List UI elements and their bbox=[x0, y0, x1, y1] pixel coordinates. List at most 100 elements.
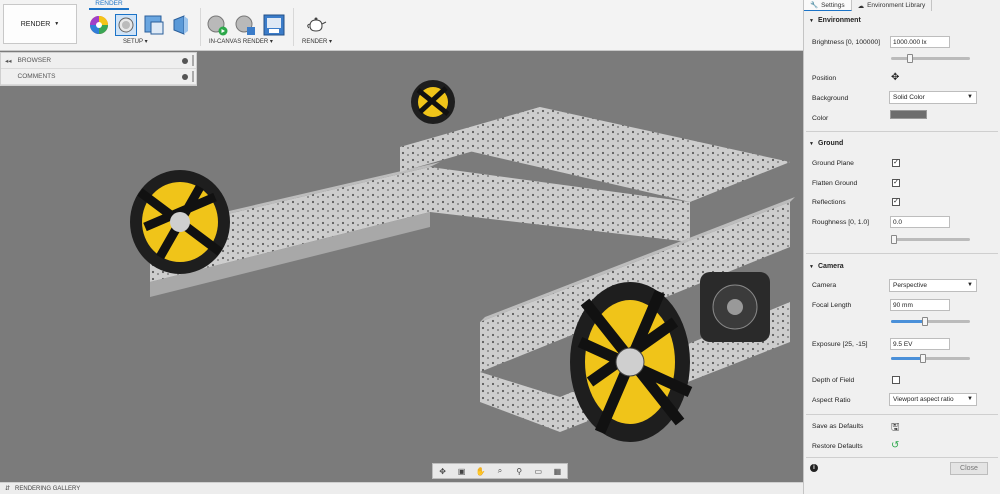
collapse-triangle-icon[interactable]: ▼ bbox=[809, 18, 814, 24]
zoom-icon[interactable]: ⌕ bbox=[493, 466, 507, 476]
divider bbox=[806, 253, 998, 254]
app-window: { "toolbar": { "workspace_label": "RENDE… bbox=[0, 0, 1000, 494]
camera-value: Perspective bbox=[893, 282, 927, 289]
brightness-slider[interactable] bbox=[891, 54, 970, 63]
info-icon[interactable]: i bbox=[810, 464, 818, 472]
tab-settings[interactable]: 🔧 Settings bbox=[804, 0, 852, 11]
texture-map-icon[interactable] bbox=[143, 14, 165, 36]
aspect-ratio-dropdown[interactable]: Viewport aspect ratio ▼ bbox=[889, 393, 977, 406]
position-label: Position bbox=[812, 75, 837, 82]
flatten-ground-checkbox[interactable]: ✓ bbox=[892, 179, 900, 187]
capture-image-icon[interactable] bbox=[263, 14, 285, 36]
render-group-label[interactable]: RENDER ▾ bbox=[302, 38, 332, 45]
roughness-label: Roughness [0, 1.0] bbox=[812, 219, 870, 226]
ground-section-header[interactable]: ▼ Ground bbox=[804, 140, 1000, 147]
collapse-triangle-icon[interactable]: ▼ bbox=[809, 141, 814, 147]
render-teapot-icon[interactable] bbox=[305, 14, 327, 36]
orbit-icon[interactable]: ✥ bbox=[436, 467, 450, 476]
camera-section-header[interactable]: ▼ Camera bbox=[804, 263, 1000, 270]
browser-label: BROWSER bbox=[17, 57, 52, 64]
resize-handle[interactable] bbox=[192, 71, 194, 82]
color-label: Color bbox=[812, 115, 829, 122]
flatten-ground-label: Flatten Ground bbox=[812, 180, 858, 187]
camera-title: Camera bbox=[818, 263, 844, 270]
mecanum-wheel-rear-left bbox=[411, 80, 455, 124]
chevron-down-icon: ▼ bbox=[967, 396, 973, 402]
save-defaults-label: Save as Defaults bbox=[812, 423, 864, 430]
grid-settings-icon[interactable]: ▦ bbox=[550, 467, 564, 476]
exposure-label: Exposure [25, -15] bbox=[812, 341, 868, 348]
slider-thumb[interactable] bbox=[922, 317, 928, 326]
canvas-viewport[interactable] bbox=[0, 52, 803, 482]
workspace-label: RENDER bbox=[20, 20, 51, 28]
display-settings-icon[interactable]: ▭ bbox=[531, 467, 545, 476]
brightness-field[interactable]: 1000.000 lx bbox=[890, 36, 950, 48]
mecanum-wheel-front-left bbox=[130, 170, 230, 274]
roughness-slider[interactable] bbox=[891, 235, 970, 244]
tab-render[interactable]: RENDER bbox=[89, 0, 129, 10]
focal-length-slider[interactable] bbox=[891, 317, 970, 326]
tab-environment-library-label: Environment Library bbox=[867, 2, 926, 9]
fit-icon[interactable]: ⚲ bbox=[512, 467, 526, 476]
workspace-switcher[interactable]: RENDER ▼ bbox=[3, 4, 77, 44]
robot-chassis-model bbox=[130, 80, 795, 442]
exposure-field[interactable]: 9.5 EV bbox=[890, 338, 950, 350]
scene-settings-panel: 🔧 Settings ☁ Environment Library ▼ Environm… bbox=[803, 0, 1000, 494]
environment-title: Environment bbox=[818, 17, 861, 24]
render-settings-icon[interactable] bbox=[234, 14, 256, 36]
background-label: Background bbox=[812, 95, 849, 102]
tab-settings-label: Settings bbox=[821, 1, 845, 9]
divider bbox=[806, 131, 998, 132]
ground-plane-checkbox[interactable]: ✓ bbox=[892, 159, 900, 167]
brightness-label: Brightness [0, 100000] bbox=[812, 39, 881, 46]
color-swatch[interactable] bbox=[890, 110, 927, 119]
slider-thumb[interactable] bbox=[920, 354, 926, 363]
expand-icon[interactable]: ⇵ bbox=[5, 485, 10, 492]
close-button[interactable]: Close bbox=[950, 462, 988, 475]
pin-icon[interactable] bbox=[182, 58, 188, 64]
collapse-icon[interactable]: ◂◂ bbox=[5, 57, 12, 65]
reflections-label: Reflections bbox=[812, 199, 846, 206]
appearance-icon[interactable] bbox=[88, 14, 110, 36]
ground-plane-label: Ground Plane bbox=[812, 160, 854, 167]
collapse-triangle-icon[interactable]: ▼ bbox=[809, 264, 814, 270]
rendering-gallery-bar[interactable]: ⇵ RENDERING GALLERY bbox=[0, 482, 803, 494]
look-at-icon[interactable]: ▣ bbox=[455, 467, 469, 476]
resize-handle[interactable] bbox=[192, 55, 194, 66]
depth-of-field-checkbox[interactable] bbox=[892, 376, 900, 384]
ribbon-toolbar: RENDER ▼ RENDER SETUP ▾ IN-CANVAS RENDER … bbox=[0, 0, 803, 51]
setup-group-label[interactable]: SETUP ▾ bbox=[123, 38, 148, 45]
pan-icon[interactable]: ✋ bbox=[474, 467, 488, 476]
in-canvas-render-group-label[interactable]: IN-CANVAS RENDER ▾ bbox=[209, 38, 273, 45]
comments-label: COMMENTS bbox=[17, 73, 56, 80]
save-icon[interactable]: 🖫 bbox=[891, 420, 900, 437]
aspect-ratio-value: Viewport aspect ratio bbox=[893, 396, 954, 403]
decal-icon[interactable] bbox=[170, 14, 192, 36]
comments-row[interactable]: ◂◂ COMMENTS bbox=[1, 69, 196, 85]
focal-length-label: Focal Length bbox=[812, 302, 852, 309]
scene-settings-icon[interactable] bbox=[115, 14, 137, 36]
move-icon[interactable]: ✥ bbox=[891, 72, 899, 83]
chevron-down-icon: ▼ bbox=[54, 21, 60, 27]
slider-fill bbox=[891, 357, 922, 360]
slider-thumb[interactable] bbox=[891, 235, 897, 244]
focal-length-field[interactable]: 90 mm bbox=[890, 299, 950, 311]
pin-icon[interactable] bbox=[182, 74, 188, 80]
roughness-field[interactable]: 0.0 bbox=[890, 216, 950, 228]
tab-environment-library[interactable]: ☁ Environment Library bbox=[852, 0, 933, 11]
aspect-ratio-label: Aspect Ratio bbox=[812, 397, 851, 404]
camera-dropdown[interactable]: Perspective ▼ bbox=[889, 279, 977, 292]
chevron-down-icon: ▼ bbox=[967, 94, 973, 100]
exposure-slider[interactable] bbox=[891, 354, 970, 363]
panel-tabs: 🔧 Settings ☁ Environment Library bbox=[804, 0, 1000, 11]
cloud-icon: ☁ bbox=[857, 2, 865, 10]
background-dropdown[interactable]: Solid Color ▼ bbox=[889, 91, 977, 104]
divider bbox=[293, 8, 294, 46]
slider-thumb[interactable] bbox=[907, 54, 913, 63]
environment-section-header[interactable]: ▼ Environment bbox=[804, 17, 1000, 24]
slider-fill bbox=[891, 320, 924, 323]
restore-icon[interactable]: ↺ bbox=[891, 440, 899, 451]
reflections-checkbox[interactable]: ✓ bbox=[892, 198, 900, 206]
browser-row[interactable]: ◂◂ BROWSER bbox=[1, 53, 196, 69]
in-canvas-render-icon[interactable] bbox=[206, 14, 228, 36]
